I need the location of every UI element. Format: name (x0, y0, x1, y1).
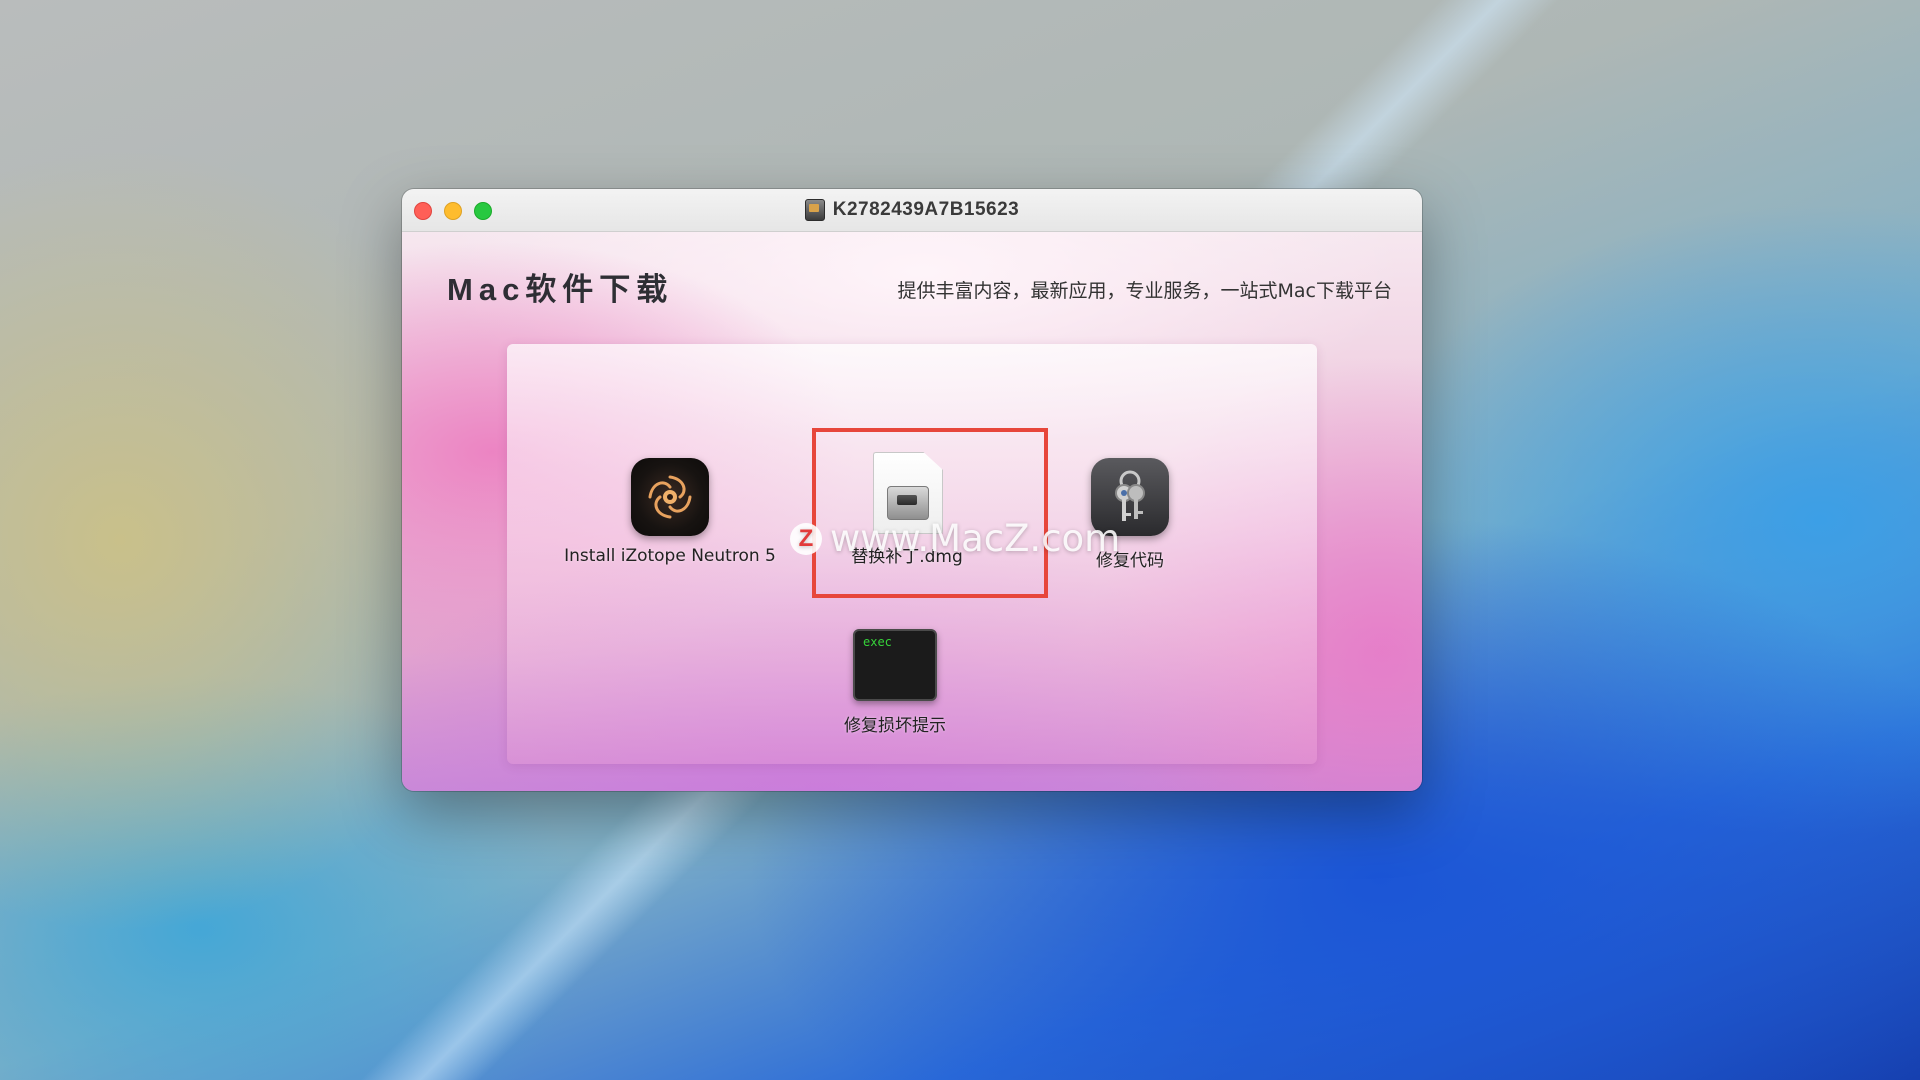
list-item-fix-damaged[interactable]: exec 修复损坏提示 (815, 629, 975, 736)
disk-image-icon (804, 199, 825, 221)
window-title: K2782439A7B15623 (402, 189, 1422, 231)
exec-icon-text: exec (863, 635, 892, 649)
list-item-install-neutron[interactable]: Install iZotope Neutron 5 (560, 458, 780, 566)
title-bar[interactable]: K2782439A7B15623 (402, 189, 1422, 232)
brand-tagline: 提供丰富内容，最新应用，专业服务，一站式Mac下载平台 (897, 280, 1392, 302)
item-label: Install iZotope Neutron 5 (564, 546, 776, 566)
watermark: Z www.MacZ.com (790, 517, 1120, 560)
highlight-box (812, 428, 1048, 598)
window-title-text: K2782439A7B15623 (832, 199, 1020, 220)
watermark-text: www.MacZ.com (830, 517, 1121, 560)
watermark-logo: Z (790, 522, 822, 555)
exec-terminal-icon[interactable]: exec (853, 629, 937, 701)
izotope-neutron-icon[interactable] (631, 458, 709, 536)
item-label: 修复损坏提示 (844, 716, 946, 736)
brand-title: Mac软件下载 (447, 272, 674, 307)
